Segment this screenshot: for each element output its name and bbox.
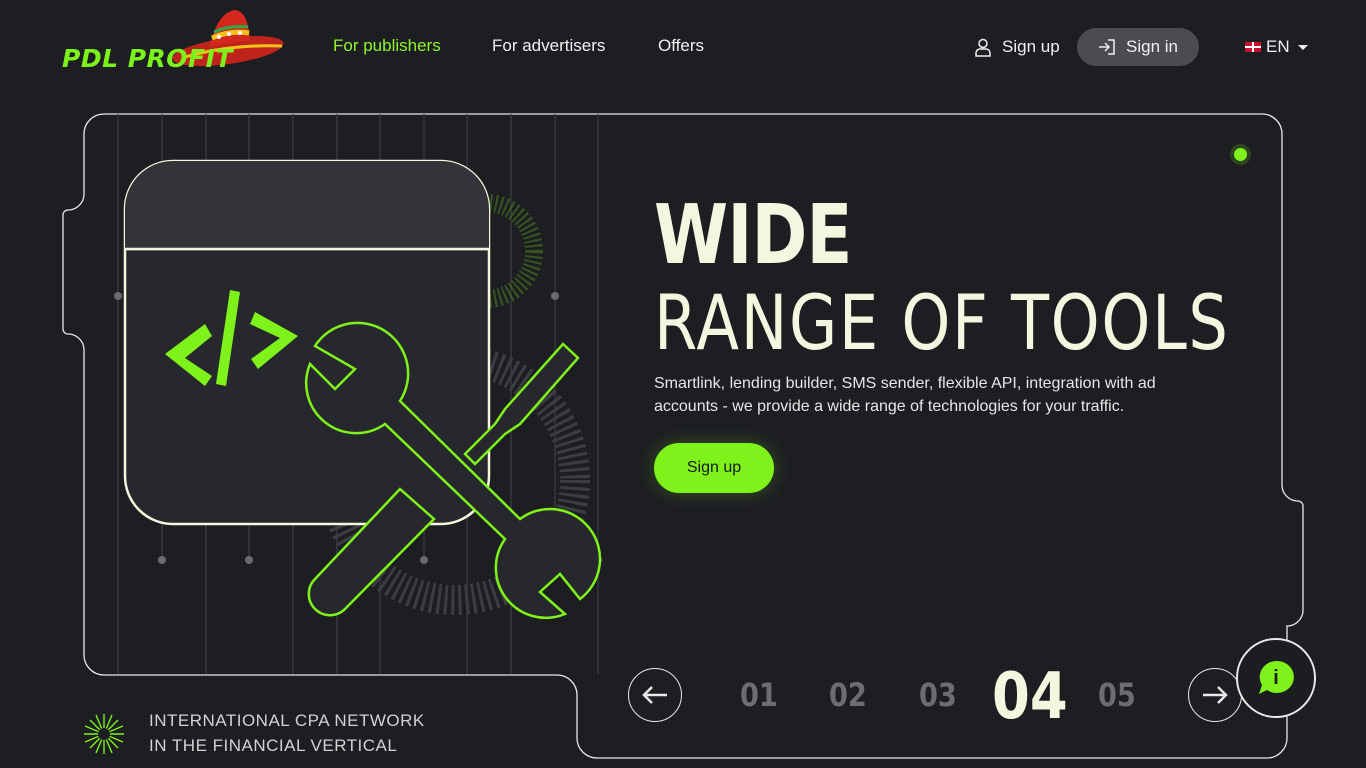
uk-flag-icon: [1245, 42, 1261, 52]
site-header: PDL PROFIT For publishers For advertiser…: [0, 0, 1366, 95]
signin-label: Sign in: [1126, 37, 1178, 56]
user-icon: [975, 38, 991, 57]
arrow-left-icon: [642, 686, 667, 704]
slide-03[interactable]: 03: [919, 676, 957, 714]
signin-button[interactable]: Sign in: [1077, 28, 1199, 66]
status-dot: [1234, 148, 1247, 161]
hero-title-light: RANGE OF TOOLS: [654, 278, 1230, 367]
hero-description: Smartlink, lending builder, SMS sender, …: [654, 375, 1156, 415]
chat-info-label: i: [1273, 666, 1279, 689]
arrow-right-icon: [1203, 686, 1228, 704]
language-label: EN: [1266, 37, 1290, 56]
hero-title-bold: WIDE: [654, 188, 852, 283]
slide-01[interactable]: 01: [740, 676, 778, 714]
chevron-down-icon: [1297, 44, 1308, 50]
language-selector[interactable]: EN: [1245, 37, 1308, 57]
tagline-line2: IN THE FINANCIAL VERTICAL: [149, 736, 398, 755]
hero-signup-button[interactable]: Sign up: [654, 443, 774, 493]
starburst-icon: [84, 714, 124, 754]
header-signup-label: Sign up: [1002, 37, 1060, 56]
chat-button[interactable]: i: [1236, 638, 1316, 718]
slider-next-button[interactable]: [1188, 668, 1242, 722]
nav-for-publishers[interactable]: For publishers: [333, 36, 441, 56]
tools-illustration: [114, 114, 602, 674]
tagline: INTERNATIONAL CPA NETWORK IN THE FINANCI…: [149, 708, 425, 758]
slide-02[interactable]: 02: [829, 676, 867, 714]
slide-04[interactable]: 04: [992, 660, 1068, 734]
nav-offers[interactable]: Offers: [658, 36, 704, 56]
sign-in-icon: [1099, 39, 1115, 55]
nav-for-advertisers[interactable]: For advertisers: [492, 36, 605, 56]
logo-text: PDL PROFIT: [62, 44, 233, 73]
logo[interactable]: PDL PROFIT: [62, 6, 286, 73]
header-signup-link[interactable]: Sign up: [974, 36, 1060, 58]
slide-05[interactable]: 05: [1098, 676, 1136, 714]
tagline-line1: INTERNATIONAL CPA NETWORK: [149, 711, 425, 730]
slider-prev-button[interactable]: [628, 668, 682, 722]
